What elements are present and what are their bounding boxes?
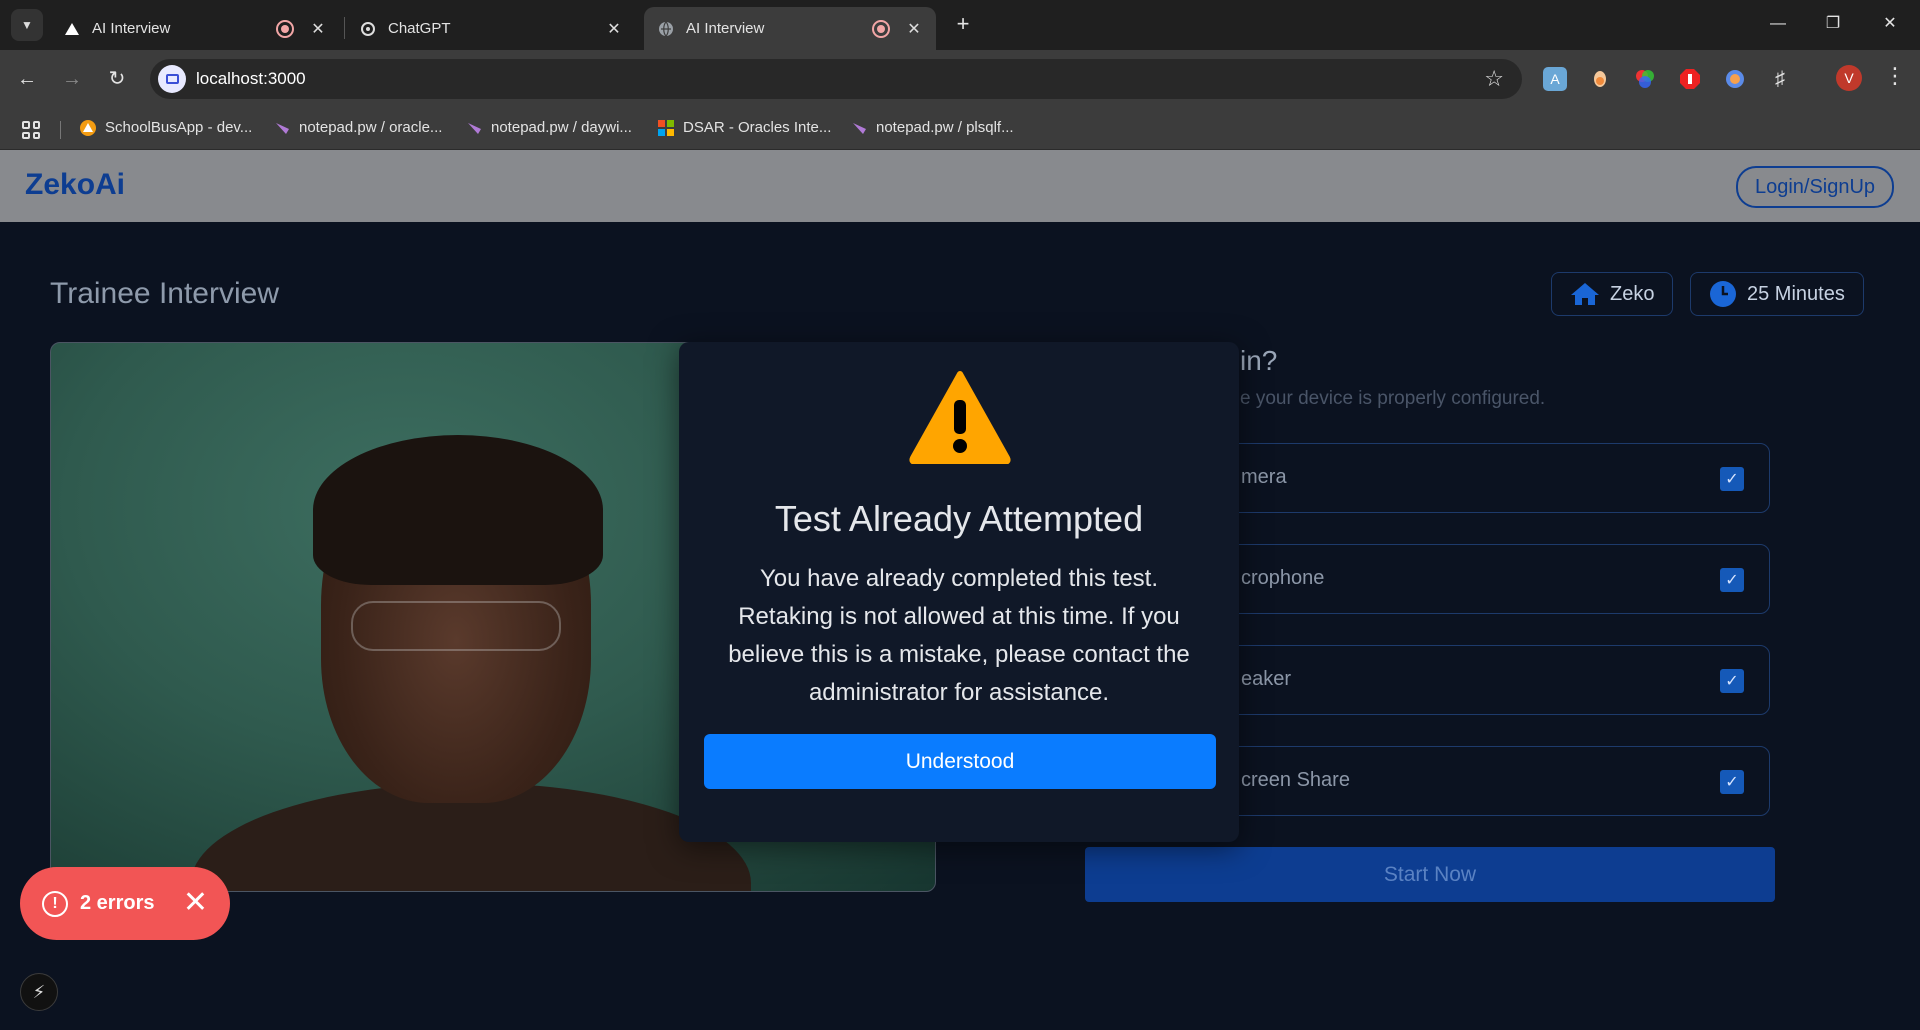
extension-egg-icon[interactable] [1588,67,1612,91]
bookmarks-bar: SchoolBusApp - dev... notepad.pw / oracl… [0,108,1920,150]
profile-avatar[interactable]: V [1836,65,1862,91]
modal-title: Test Already Attempted [774,498,1144,539]
tab-title: AI Interview [686,20,765,37]
notepad-icon [274,120,290,136]
extension-shield-icon[interactable] [1723,67,1747,91]
close-tab-icon[interactable]: ✕ [604,19,624,39]
test-attempted-modal: Test Already Attempted You have already … [679,342,1239,842]
forward-button[interactable]: → [56,63,88,95]
extensions-puzzle-icon[interactable]: ♯ [1768,67,1792,91]
check-label: eaker [1241,668,1292,690]
brand-logo[interactable]: ZekoAi [25,168,125,202]
bookmark-label: notepad.pw / oracle... [299,119,443,136]
restore-button[interactable]: ❐ [1813,10,1853,38]
recording-icon [872,19,890,38]
checklist-subtitle: e your device is properly configured. [1240,388,1546,409]
browser-toolbar: ← → ↻ localhost:3000 ☆ A ♯ V ⋮ [0,50,1920,108]
understood-button[interactable]: Understood [704,734,1216,789]
recording-icon [276,19,294,38]
person-hair [313,435,603,585]
duration-chip: 25 Minutes [1690,272,1864,316]
apps-grid-icon[interactable] [22,121,40,139]
tab-title: ChatGPT [388,20,451,37]
checkbox-checked-icon[interactable]: ✓ [1720,467,1744,491]
microsoft-icon [658,119,674,136]
close-tab-icon[interactable]: ✕ [904,19,924,39]
modal-body: You have already completed this test. Re… [728,565,1190,706]
tab-chatgpt[interactable]: ChatGPT ✕ [346,7,636,50]
chevron-down-icon: ▼ [21,18,33,32]
tab-search-button[interactable]: ▼ [11,9,43,41]
checkbox-checked-icon[interactable]: ✓ [1720,568,1744,592]
reload-button[interactable]: ↻ [101,63,133,95]
check-label: crophone [1241,567,1325,589]
dev-errors-indicator[interactable]: ! 2 errors ✕ [20,867,230,940]
minimize-button[interactable]: — [1758,10,1798,38]
company-name: Zeko [1610,282,1655,305]
bookmarks-divider [60,121,61,139]
app-navbar: ZekoAi Login/SignUp [0,150,1920,222]
vercel-triangle-icon [64,21,80,37]
login-signup-button[interactable]: Login/SignUp [1736,166,1894,208]
bookmark-notepad-oracle[interactable]: notepad.pw / oracle... [274,119,442,136]
bookmark-notepad-daywise[interactable]: notepad.pw / daywi... [466,119,632,136]
back-button[interactable]: ← [11,63,43,95]
close-icon[interactable]: ✕ [183,885,208,921]
clock-icon [1709,280,1737,308]
page-title: Trainee Interview [50,277,279,310]
notepad-icon [466,120,482,136]
url-text[interactable]: localhost:3000 [196,69,306,89]
start-now-button[interactable]: Start Now [1085,847,1775,902]
extension-adblock-icon[interactable] [1678,67,1702,91]
bookmark-notepad-plsql[interactable]: notepad.pw / plsqlf... [851,119,1014,136]
checkbox-checked-icon[interactable]: ✓ [1720,770,1744,794]
globe-icon [658,21,674,37]
company-chip: Zeko [1551,272,1674,316]
extension-colorpicker-icon[interactable] [1633,67,1657,91]
new-tab-button[interactable]: + [950,12,976,38]
glasses [351,601,561,651]
checklist-heading: in? [1240,345,1278,376]
browser-menu-icon[interactable]: ⋮ [1884,63,1906,89]
warning-triangle-icon [80,119,96,136]
tab-title: AI Interview [92,20,171,37]
bookmark-schoolbusapp[interactable]: SchoolBusApp - dev... [80,119,252,136]
bookmark-star-icon[interactable]: ☆ [1484,66,1504,92]
duration-text: 25 Minutes [1747,282,1845,305]
warning-icon [909,370,1011,469]
extension-a-icon[interactable]: A [1543,67,1567,91]
notepad-icon [851,120,867,136]
home-icon [1570,282,1600,306]
close-window-button[interactable]: ✕ [1870,10,1910,38]
bookmark-dsar[interactable]: DSAR - Oracles Inte... [658,119,831,136]
bookmark-label: DSAR - Oracles Inte... [683,119,832,136]
bookmark-label: notepad.pw / plsqlf... [876,119,1014,136]
camera-in-use-icon[interactable] [158,65,186,93]
alert-circle-icon: ! [42,890,68,917]
chatgpt-icon [360,21,376,37]
address-bar[interactable]: localhost:3000 ☆ [150,59,1522,99]
errors-count: 2 errors [80,892,155,914]
check-label: creen Share [1241,769,1350,791]
checkbox-checked-icon[interactable]: ✓ [1720,669,1744,693]
tab-separator [344,17,345,39]
bookmark-label: SchoolBusApp - dev... [105,119,253,136]
tab-ai-interview-2[interactable]: AI Interview ✕ [644,7,936,50]
browser-tab-bar: ▼ AI Interview ✕ ChatGPT ✕ AI Interview … [0,0,1920,50]
close-tab-icon[interactable]: ✕ [308,19,328,39]
tab-ai-interview-1[interactable]: AI Interview ✕ [50,7,340,50]
lightning-bolt-icon[interactable]: ⚡ [20,973,58,1011]
check-label: mera [1241,466,1287,488]
bookmark-label: notepad.pw / daywi... [491,119,632,136]
